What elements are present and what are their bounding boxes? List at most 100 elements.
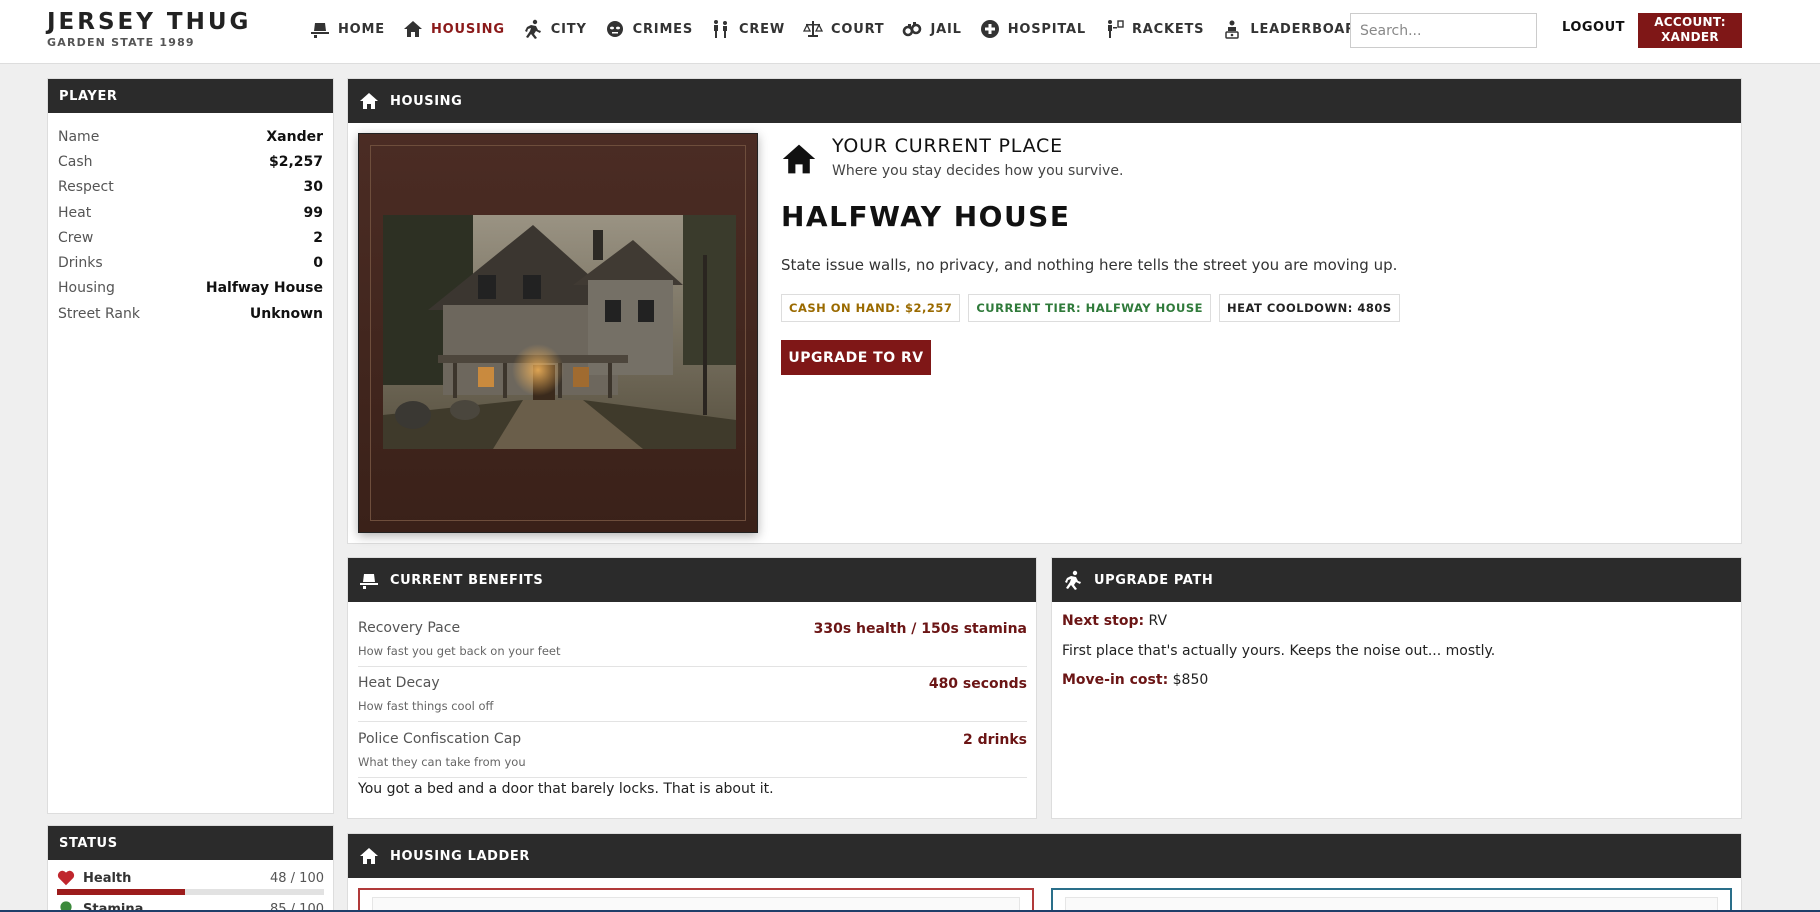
- hat-icon: [360, 574, 378, 589]
- cash-on-hand-badge: CASH ON HAND: $2,257: [781, 294, 961, 322]
- nav-rackets-label: RACKETS: [1131, 21, 1205, 37]
- player-panel: PLAYER Name Xander Cash $2,257 Respect 30 H…: [47, 78, 334, 814]
- handcuffs-icon: [903, 22, 922, 37]
- benefit-subtext: What they can take from you: [358, 755, 526, 769]
- house-image-frame: [358, 133, 758, 533]
- status-panel: STATUS: [47, 825, 334, 912]
- player-row-value: Xander: [266, 128, 323, 145]
- move-in-cost-value: $850: [1172, 672, 1209, 688]
- nav-crew[interactable]: CREW: [711, 19, 785, 39]
- player-row-street-rank: Street Rank Unknown: [48, 301, 333, 326]
- runner-icon: [1065, 570, 1081, 590]
- benefit-value: 480 seconds: [928, 676, 1027, 692]
- player-row-name: Name Xander: [48, 124, 333, 149]
- brand-title: JERSEY THUG: [47, 9, 252, 35]
- status-panel-title: STATUS: [59, 835, 118, 851]
- house-description: State issue walls, no privacy, and nothi…: [781, 256, 1398, 274]
- current-benefits-title: CURRENT BENEFITS: [390, 572, 544, 588]
- benefit-heat-decay: Heat Decay How fast things cool off 480 …: [358, 667, 1027, 722]
- account-button[interactable]: ACCOUNT: XANDER: [1638, 13, 1742, 48]
- next-stop-value: RV: [1148, 613, 1168, 629]
- heat-cooldown-badge: HEAT COOLDOWN: 480S: [1218, 294, 1400, 322]
- benefit-label: Recovery Pace: [358, 620, 461, 636]
- upgrade-path-header: UPGRADE PATH: [1052, 558, 1741, 602]
- benefit-value: 330s health / 150s stamina: [813, 621, 1027, 637]
- player-row-label: Cash: [58, 153, 93, 170]
- benefit-police-confiscation-cap: Police Confiscation Cap What they can ta…: [358, 723, 1027, 778]
- player-row-value: 2: [313, 229, 323, 246]
- player-row-crew: Crew 2: [48, 225, 333, 250]
- player-row-drinks: Drinks 0: [48, 250, 333, 275]
- nav-home-label: HOME: [338, 21, 385, 37]
- player-row-label: Crew: [58, 229, 94, 246]
- nav-jail-label: JAIL: [930, 21, 962, 37]
- scales-icon: [803, 21, 824, 37]
- trophy-person-icon: [1225, 20, 1240, 39]
- upgrade-path-panel: UPGRADE PATH: [1051, 557, 1742, 819]
- brand-logo[interactable]: JERSEY THUG GARDEN STATE 1989: [47, 9, 251, 49]
- top-navigation-bar: JERSEY THUG GARDEN STATE 1989 HOME HOUSI…: [0, 0, 1820, 64]
- housing-panel-header: HOUSING: [348, 79, 1741, 123]
- player-row-label: Heat: [58, 204, 92, 221]
- account-label: ACCOUNT:: [1654, 15, 1726, 29]
- player-row-label: Respect: [58, 179, 114, 196]
- player-row-value: 0: [313, 255, 323, 272]
- nav-hospital[interactable]: HOSPITAL: [980, 19, 1086, 39]
- player-row-label: Housing: [58, 280, 115, 297]
- nav-crimes-label: CRIMES: [632, 21, 694, 37]
- health-value: 48 / 100: [270, 871, 324, 886]
- mask-icon: [606, 21, 623, 37]
- housing-panel-title: HOUSING: [390, 93, 463, 109]
- player-row-heat: Heat 99: [48, 200, 333, 225]
- nav-court[interactable]: COURT: [803, 19, 884, 39]
- upgrade-path-title: UPGRADE PATH: [1094, 572, 1214, 588]
- player-row-value: 30: [303, 179, 323, 196]
- current-place-heading: YOUR CURRENT PLACE: [832, 135, 1063, 157]
- ladder-card[interactable]: [358, 888, 1034, 912]
- nav-home[interactable]: HOME: [310, 19, 385, 39]
- halfway-house-image: [383, 215, 736, 449]
- search-input[interactable]: [1350, 13, 1537, 48]
- player-row-value: Unknown: [249, 305, 323, 322]
- status-panel-header: STATUS: [48, 826, 333, 860]
- housing-badges: CASH ON HAND: $2,257 CURRENT TIER: HALFW…: [781, 294, 1408, 322]
- account-username: XANDER: [1661, 30, 1719, 44]
- benefit-subtext: How fast you get back on your feet: [358, 644, 561, 658]
- logout-button[interactable]: LOGOUT: [1562, 20, 1625, 35]
- nav-city-label: CITY: [550, 21, 587, 37]
- nav-rackets[interactable]: RACKETS: [1104, 19, 1204, 39]
- benefit-label: Police Confiscation Cap: [358, 731, 522, 747]
- nav-crimes[interactable]: CRIMES: [605, 19, 693, 39]
- move-in-cost: Move-in cost: $850: [1062, 672, 1208, 688]
- hat-icon: [311, 23, 329, 38]
- nav-leaderboard[interactable]: LEADERBOARD: [1222, 19, 1367, 39]
- player-row-housing: Housing Halfway House: [48, 276, 333, 301]
- nav-city[interactable]: CITY: [523, 19, 587, 39]
- nav-crew-label: CREW: [739, 21, 786, 37]
- benefit-label: Heat Decay: [358, 675, 440, 691]
- ladder-card[interactable]: [1051, 888, 1732, 912]
- nav-jail[interactable]: JAIL: [902, 19, 961, 39]
- benefits-note: You got a bed and a door that barely loc…: [358, 781, 774, 797]
- upgrade-housing-button[interactable]: UPGRADE TO RV: [781, 340, 931, 375]
- housing-ladder-title: HOUSING LADDER: [390, 848, 530, 864]
- crew-icon: [714, 20, 728, 38]
- heart-icon: [57, 870, 75, 886]
- player-row-value: $2,257: [268, 153, 323, 170]
- benefit-recovery-pace: Recovery Pace How fast you get back on y…: [358, 612, 1027, 667]
- benefit-subtext: How fast things cool off: [358, 699, 494, 713]
- player-panel-title: PLAYER: [59, 88, 118, 104]
- main-nav: HOME HOUSING CITY CRIMES CREW COURT JAIL: [310, 0, 1386, 58]
- player-row-respect: Respect 30: [48, 175, 333, 200]
- house-icon: [403, 21, 422, 37]
- nav-housing-label: HOUSING: [430, 21, 505, 37]
- nav-hospital-label: HOSPITAL: [1007, 21, 1086, 37]
- house-icon: [360, 848, 378, 864]
- nav-court-label: COURT: [831, 21, 885, 37]
- health-label: Health: [83, 871, 132, 886]
- upgrade-description: First place that's actually yours. Keeps…: [1062, 643, 1496, 659]
- medical-cross-icon: [980, 20, 999, 38]
- nav-housing[interactable]: HOUSING: [403, 19, 505, 39]
- current-tier-badge: CURRENT TIER: HALFWAY HOUSE: [968, 294, 1211, 322]
- health-bar: [57, 889, 324, 895]
